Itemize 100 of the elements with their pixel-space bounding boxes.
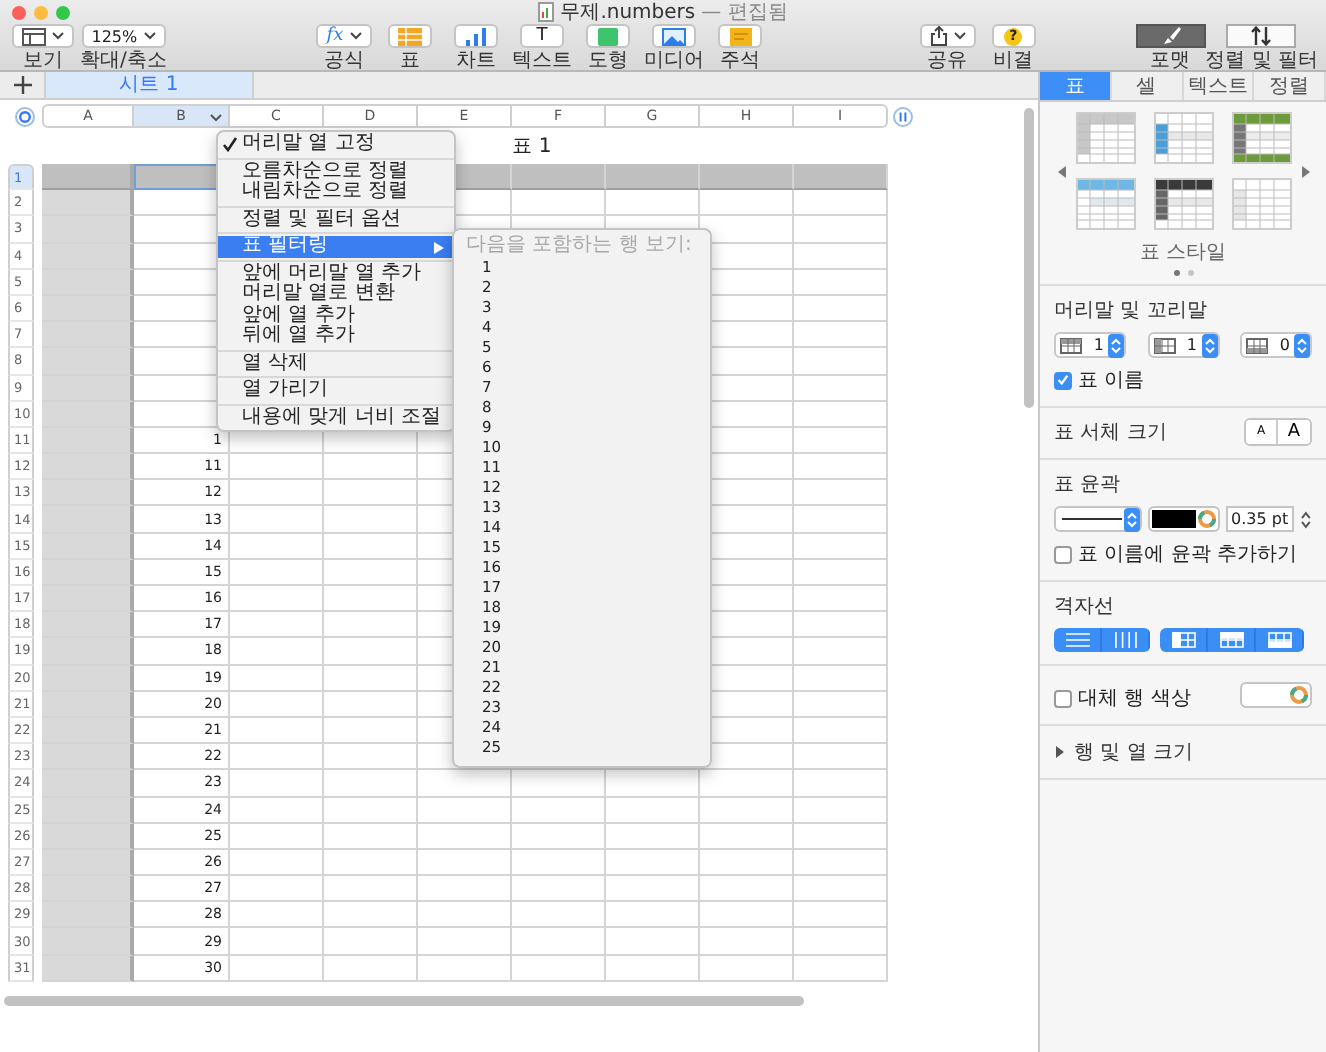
scrollbar[interactable] bbox=[1024, 108, 1034, 408]
menu-item[interactable]: 표 필터링 bbox=[218, 236, 454, 257]
table-cell bbox=[512, 849, 606, 877]
toolbar-label: 차트 bbox=[456, 50, 497, 72]
gridline-toggle[interactable] bbox=[1160, 628, 1208, 652]
gridline-toggle[interactable] bbox=[1256, 628, 1304, 652]
comment-button[interactable] bbox=[718, 24, 763, 48]
toolbar-label: 도형 bbox=[588, 50, 629, 72]
media-button[interactable] bbox=[652, 24, 697, 48]
header-cell bbox=[42, 876, 134, 903]
stepper-field[interactable]: 0 bbox=[1240, 332, 1312, 358]
toolbar-label: 공유 bbox=[927, 50, 968, 72]
toolbar-label: 텍스트 bbox=[512, 50, 573, 72]
chart-icon bbox=[464, 27, 489, 45]
view-button[interactable] bbox=[12, 24, 74, 48]
inspector-tab[interactable]: 텍스트 bbox=[1183, 72, 1255, 100]
table-handle-icon[interactable] bbox=[14, 105, 36, 127]
table-button[interactable] bbox=[388, 24, 433, 48]
text-button[interactable]: T bbox=[520, 24, 565, 48]
menu-item[interactable]: 머리말 열 고정 bbox=[218, 134, 454, 155]
header-cell bbox=[42, 797, 134, 824]
menu-item[interactable]: 정렬 및 필터 옵션 bbox=[218, 209, 454, 230]
disclosure-triangle-icon[interactable] bbox=[1054, 746, 1066, 758]
section-title[interactable]: 행 및 열 크기 bbox=[1074, 738, 1194, 766]
table-cell bbox=[512, 902, 606, 929]
caret-icon[interactable] bbox=[210, 114, 222, 122]
style-label: 표 스타일 bbox=[1139, 240, 1227, 266]
image-icon bbox=[662, 27, 687, 45]
gridline-toggle[interactable] bbox=[1102, 628, 1150, 652]
section-title: 표 윤곽 bbox=[1054, 472, 1123, 498]
table-cell bbox=[794, 427, 888, 455]
checkbox[interactable] bbox=[1054, 545, 1072, 563]
plus-icon bbox=[13, 76, 31, 94]
menu-item[interactable]: 내용에 맞게 너비 조절 bbox=[218, 407, 454, 428]
table-style-thumbnail[interactable] bbox=[1231, 112, 1291, 164]
menu-item[interactable]: 머리말 열로 변환 bbox=[218, 284, 454, 305]
width-field[interactable]: 0.35 pt bbox=[1225, 506, 1295, 532]
menu-item[interactable]: 내림차순으로 정렬 bbox=[218, 182, 454, 203]
stepper-arrows-icon[interactable] bbox=[1300, 507, 1312, 531]
table-cell bbox=[606, 770, 700, 797]
menu-item[interactable]: 열 가리기 bbox=[218, 380, 454, 401]
toolbar-label: 포맷 bbox=[1150, 50, 1191, 72]
table-cell bbox=[700, 955, 794, 982]
table-style-thumbnail[interactable] bbox=[1153, 112, 1213, 164]
stepper-field[interactable]: 1 bbox=[1147, 332, 1219, 358]
section-title: 격자선 bbox=[1054, 594, 1116, 620]
stepper-field[interactable]: 1 bbox=[1054, 332, 1126, 358]
table-cell bbox=[324, 876, 418, 903]
stepper-arrows-icon[interactable] bbox=[1294, 333, 1310, 357]
table-style-thumbnail[interactable] bbox=[1075, 112, 1135, 164]
table-style-thumbnail[interactable] bbox=[1153, 178, 1213, 230]
dropdown-arrows-icon bbox=[1124, 507, 1141, 531]
header-cell bbox=[42, 665, 134, 692]
next-arrow-icon[interactable] bbox=[1301, 165, 1309, 177]
stepper-arrows-icon[interactable] bbox=[1108, 333, 1124, 357]
paintbrush-icon bbox=[1159, 26, 1182, 46]
header-cell bbox=[42, 612, 134, 639]
table-cell bbox=[794, 770, 888, 797]
table-cell bbox=[794, 797, 888, 824]
shape-button[interactable] bbox=[586, 24, 631, 48]
header-cell bbox=[42, 717, 134, 745]
table-cell bbox=[230, 717, 324, 745]
stepper-arrows-icon[interactable] bbox=[1201, 333, 1217, 357]
table-cell bbox=[794, 717, 888, 745]
menu-item[interactable]: 열 삭제 bbox=[218, 353, 454, 374]
color-well[interactable] bbox=[1240, 681, 1312, 707]
page-dot[interactable] bbox=[1173, 270, 1179, 276]
share-icon bbox=[929, 26, 948, 46]
gridline-toggle[interactable] bbox=[1054, 628, 1102, 652]
formula-button[interactable]: fx bbox=[316, 24, 372, 48]
menu-item[interactable]: 앞에 열 추가 bbox=[218, 305, 454, 326]
zoom-dropdown[interactable]: 125% bbox=[81, 24, 166, 48]
table-cell bbox=[230, 744, 324, 771]
table-style-thumbnail[interactable] bbox=[1231, 178, 1291, 230]
previous-arrow-icon[interactable] bbox=[1057, 165, 1065, 177]
table-cell bbox=[606, 823, 700, 850]
inspector-tab[interactable]: 정렬 bbox=[1254, 72, 1326, 100]
header-cell bbox=[42, 691, 134, 718]
checkbox[interactable] bbox=[1054, 371, 1072, 389]
format-button[interactable] bbox=[1135, 24, 1206, 48]
gridline-toggle[interactable] bbox=[1208, 628, 1256, 652]
window-title: 무제.numbers bbox=[560, 0, 696, 26]
increase-font-button[interactable]: A bbox=[1278, 420, 1310, 444]
line-style-dropdown[interactable] bbox=[1054, 506, 1143, 532]
scrollbar[interactable] bbox=[4, 996, 804, 1006]
checkbox[interactable] bbox=[1054, 689, 1072, 707]
table-cell bbox=[794, 322, 888, 349]
table-style-thumbnail[interactable] bbox=[1075, 178, 1135, 230]
menu-item[interactable]: 앞에 머리말 열 추가 bbox=[218, 263, 454, 284]
sort-filter-button[interactable] bbox=[1226, 24, 1297, 48]
inspector-tab[interactable]: 셀 bbox=[1111, 72, 1183, 100]
chart-button[interactable] bbox=[454, 24, 499, 48]
color-well[interactable] bbox=[1148, 506, 1220, 532]
close-button[interactable] bbox=[12, 5, 26, 19]
page-dot[interactable] bbox=[1187, 270, 1193, 276]
table-cell bbox=[324, 902, 418, 929]
share-button[interactable] bbox=[919, 24, 976, 48]
menu-item[interactable]: 뒤에 열 추가 bbox=[218, 326, 454, 347]
menu-item[interactable]: 오름차순으로 정렬 bbox=[218, 161, 454, 182]
add-column-handle-icon[interactable] bbox=[891, 105, 913, 127]
